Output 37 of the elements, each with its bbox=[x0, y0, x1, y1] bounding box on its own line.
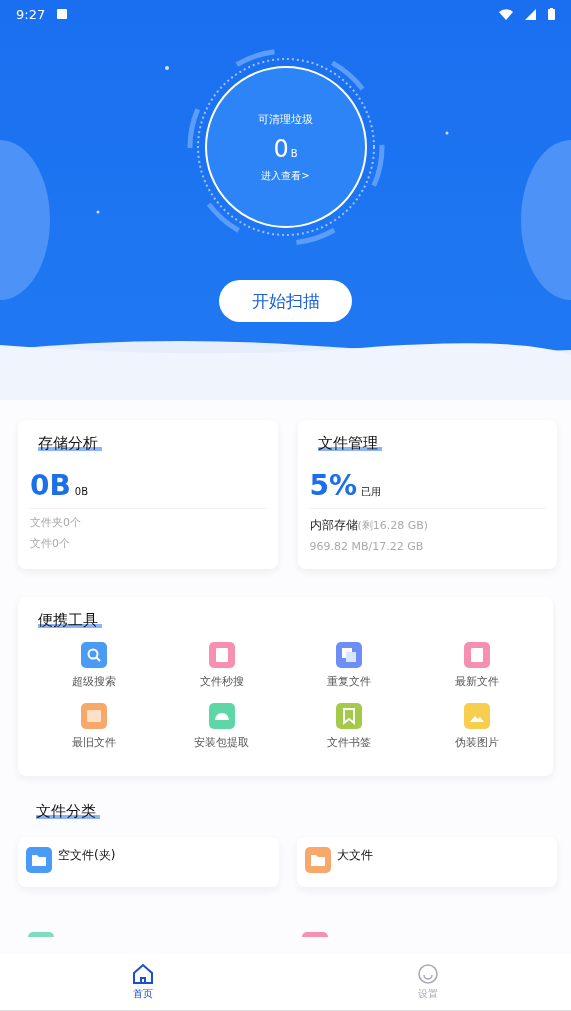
card-title: 文件管理 bbox=[317, 434, 382, 453]
status-time: 9:27 bbox=[16, 6, 46, 22]
wifi-icon bbox=[499, 8, 513, 20]
used-percent: 5% bbox=[309, 469, 358, 502]
storage-analysis-card[interactable]: 存储分析 0B 0B 文件夹0个 文件0个 bbox=[18, 420, 278, 569]
card-title: 存储分析 bbox=[38, 434, 102, 453]
category-card[interactable]: 大文件 bbox=[296, 837, 557, 887]
smile-icon bbox=[417, 963, 440, 985]
cleanable-label: 可清理垃圾 bbox=[258, 111, 313, 127]
usage-text: 969.82 MB/17.22 GB bbox=[309, 540, 425, 553]
tool-item[interactable]: 重复文件 bbox=[285, 642, 414, 689]
storage-size: 0B bbox=[30, 469, 71, 502]
size-unit: 0B bbox=[74, 486, 89, 497]
section-title: 便携工具 bbox=[38, 611, 102, 630]
tool-item[interactable]: 最新文件 bbox=[413, 642, 541, 689]
battery-icon bbox=[548, 8, 555, 20]
tool-item[interactable]: 最旧文件 bbox=[30, 703, 158, 750]
count-text: 文件0个 bbox=[30, 536, 71, 551]
view-link[interactable]: 进入查看> bbox=[261, 168, 310, 183]
nav-tab[interactable]: 首页 bbox=[0, 954, 286, 1010]
junk-amount: 0 bbox=[273, 134, 289, 163]
tool-item[interactable]: 伪装图片 bbox=[413, 703, 541, 750]
start-scan-button[interactable]: 开始扫描 bbox=[219, 280, 352, 322]
tool-item[interactable]: 超级搜索 bbox=[30, 642, 158, 689]
junk-unit: B bbox=[290, 147, 298, 159]
tool-item[interactable]: 安装包提取 bbox=[157, 703, 286, 750]
signal-icon bbox=[525, 8, 536, 20]
count-text: 文件夹0个 bbox=[30, 515, 82, 530]
notification-icon bbox=[57, 9, 68, 19]
home-icon bbox=[131, 963, 154, 985]
tool-item[interactable]: 文件秒搜 bbox=[157, 642, 286, 689]
category-card[interactable]: 空文件(夹) bbox=[18, 837, 279, 887]
internal-storage-text: 内部存储(剩16.28 GB) bbox=[309, 517, 430, 534]
used-label: 已用 bbox=[361, 485, 382, 499]
file-management-card[interactable]: 文件管理 5%已用 内部存储(剩16.28 GB) 969.82 MB/17.22 GB bbox=[297, 420, 557, 569]
tool-item[interactable]: 文件书签 bbox=[285, 703, 414, 750]
section-title: 文件分类 bbox=[36, 802, 100, 821]
